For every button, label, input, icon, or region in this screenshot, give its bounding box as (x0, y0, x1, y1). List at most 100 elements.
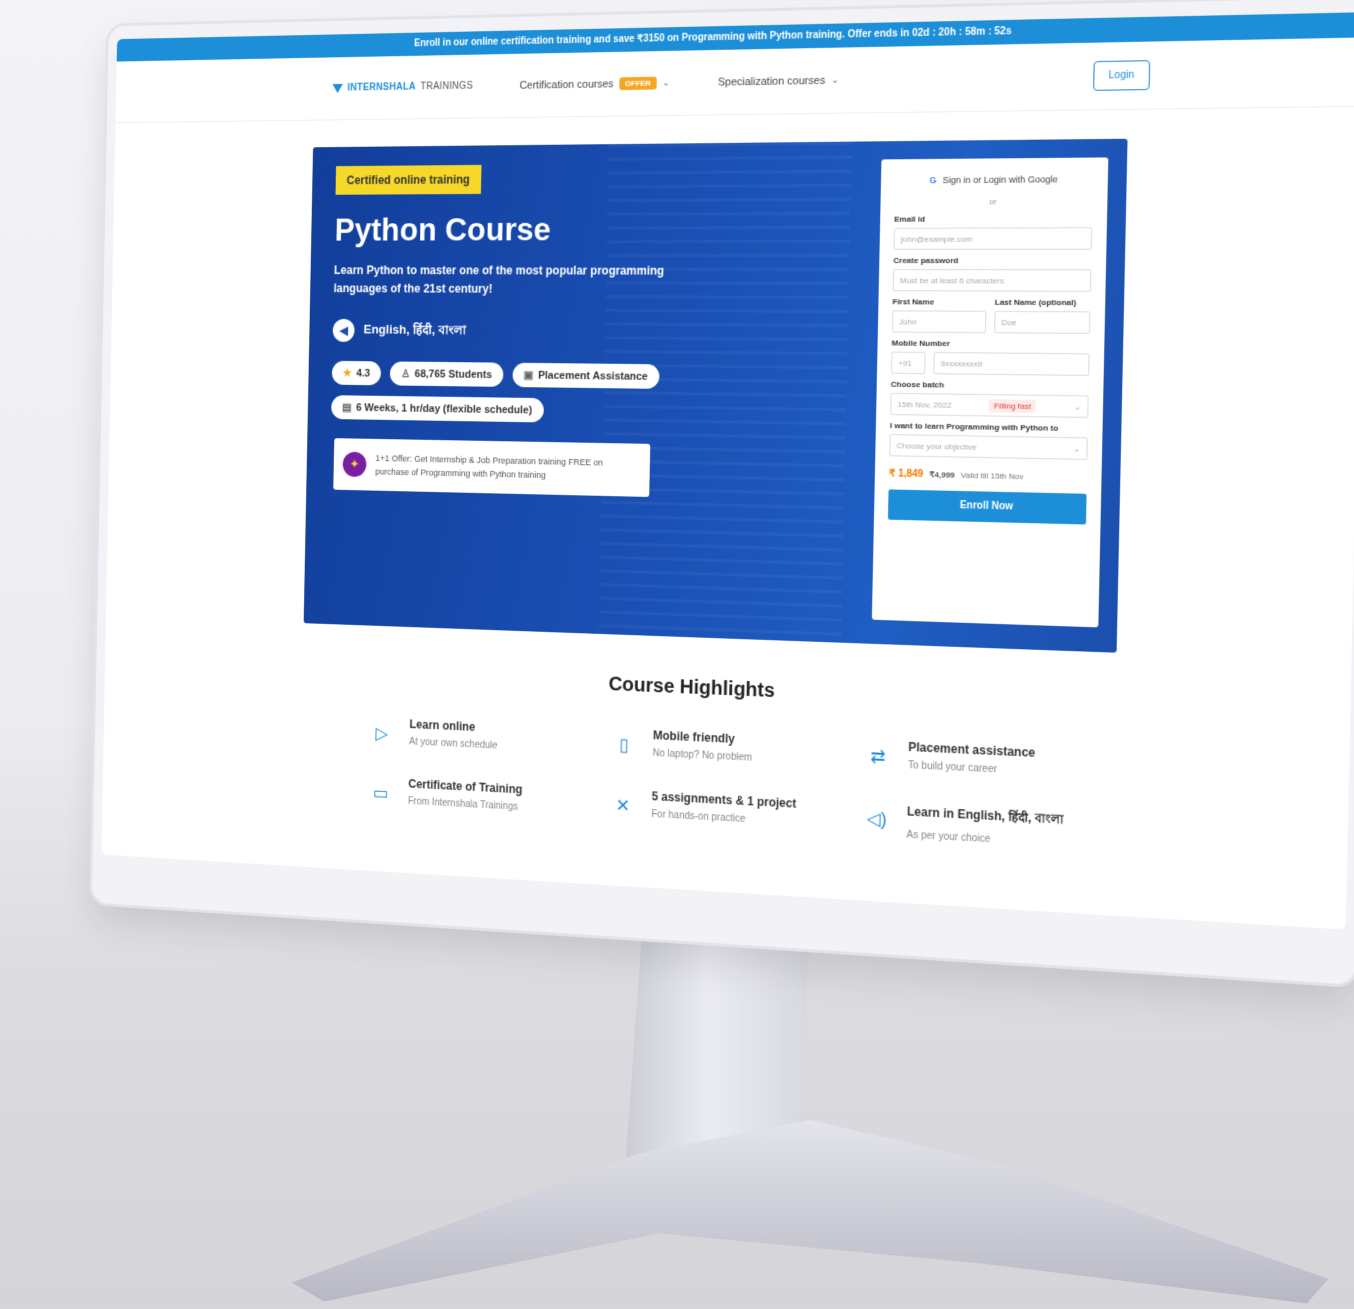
password-field[interactable]: Must be at least 6 characters (892, 269, 1092, 292)
highlight-title: Learn in English, हिंदी, বাংলা (906, 804, 1064, 827)
stats-chip-row: ★ 4.3 ♙ 68,765 Students ▣ Placement Assi… (331, 360, 660, 389)
google-signin-button[interactable]: G Sign in or Login with Google (895, 174, 1093, 186)
highlight-sub: As per your choice (906, 829, 991, 846)
chevron-down-icon: ⌄ (1073, 443, 1081, 454)
google-signin-label: Sign in or Login with Google (942, 174, 1058, 186)
highlight-sub: To build your career (907, 760, 998, 776)
enroll-now-button[interactable]: Enroll Now (887, 489, 1087, 525)
mobile-row: +91 9xxxxxxxx9 (890, 351, 1090, 376)
languages-text: English, हिंदी, বাংলা (363, 321, 467, 338)
nav-specialization-courses[interactable]: Specialization courses ⌄ (718, 74, 839, 88)
nav-specialization-label: Specialization courses (717, 74, 826, 89)
email-label: Email id (894, 214, 926, 224)
batch-select[interactable]: 15th Nov, 2022 Filling fast ⌄ (890, 392, 1089, 418)
highlights-title: Course Highlights (608, 673, 776, 703)
highlight-item: ▭ Certificate of Training From Internsha… (368, 775, 610, 825)
chevron-down-icon: ⌄ (831, 74, 839, 85)
speaker-icon: ◁) (866, 807, 887, 829)
price-original: ₹4,999 (929, 470, 955, 480)
offer-text: 1+1 Offer: Get Internship & Job Preparat… (375, 453, 603, 480)
highlight-sub: For hands-on practice (651, 809, 746, 825)
star-icon: ★ (342, 367, 352, 380)
mobile-field[interactable]: 9xxxxxxxx9 (933, 351, 1090, 376)
first-name-column: First Name John (891, 291, 987, 334)
objective-placeholder: Choose your objective (896, 440, 977, 452)
last-name-label: Last Name (optional) (994, 297, 1077, 308)
hero-subtitle: Learn Python to master one of the most p… (333, 263, 665, 296)
highlight-title: Certificate of Training (408, 776, 523, 797)
monitor-bezel: Enroll in our online certification train… (91, 0, 1354, 985)
google-icon: G (929, 175, 937, 186)
highlight-title: 5 assignments & 1 project (651, 789, 797, 811)
offer-card[interactable]: ✦ 1+1 Offer: Get Internship & Job Prepar… (333, 438, 651, 497)
duration-chip-row: ▤ 6 Weeks, 1 hr/day (flexible schedule) (331, 395, 544, 423)
briefcase-icon: ▣ (523, 369, 534, 382)
highlight-title: Learn online (409, 717, 476, 734)
calendar-icon: ▤ (341, 402, 352, 414)
logo-main-text: INTERNSHALA (347, 81, 416, 94)
user-icon: ♙ (400, 368, 411, 380)
hero-banner: Certified online training Python Course … (303, 138, 1128, 653)
highlights-grid: ▷ Learn online At your own schedule ▯ Mo… (368, 716, 1131, 853)
nav-certification-courses[interactable]: Certification courses OFFER ⌄ (519, 76, 670, 92)
price-validity: Valid till 15th Nov (960, 470, 1024, 482)
batch-label: Choose batch (890, 379, 945, 390)
first-name-field[interactable]: John (891, 310, 987, 334)
highlight-item: ▯ Mobile friendly No laptop? No problem (610, 726, 864, 770)
duration-text: 6 Weeks, 1 hr/day (flexible schedule) (355, 401, 533, 416)
monitor-screen: Enroll in our online certification train… (101, 12, 1354, 930)
reason-label: I want to learn Programming with Python … (889, 421, 1059, 433)
last-name-column: Last Name (optional) Doe (994, 292, 1091, 334)
highlight-item: ✕ 5 assignments & 1 project For hands-on… (609, 787, 863, 838)
logo-sub-text: TRAININGS (420, 80, 474, 93)
handshake-icon: ⇄ (870, 745, 886, 767)
certified-tag: Certified online training (335, 164, 482, 195)
code-background-decoration (598, 141, 852, 643)
price-current: ₹ 1,849 (888, 468, 924, 481)
placement-chip: ▣ Placement Assistance (512, 362, 660, 389)
or-divider: or (989, 197, 997, 207)
batch-value: 15th Nov, 2022 (897, 399, 952, 410)
mobile-icon: ▯ (619, 734, 630, 755)
signup-form: G Sign in or Login with Google or Email … (871, 157, 1109, 628)
last-name-field[interactable]: Doe (994, 310, 1091, 334)
rating-chip: ★ 4.3 (331, 360, 382, 386)
play-circle-icon: ▷ (375, 723, 389, 743)
highlight-title: Mobile friendly (652, 728, 735, 746)
offer-badge: OFFER (619, 76, 657, 91)
highlight-sub: At your own schedule (409, 736, 498, 752)
highlight-item: ⇄ Placement assistance To build your car… (864, 738, 1131, 783)
mobile-label: Mobile Number (891, 338, 950, 349)
chevron-down-icon: ⌄ (1074, 401, 1082, 412)
password-label: Create password (893, 255, 959, 266)
highlight-sub: From Internshala Trainings (407, 796, 519, 813)
batch-status-badge: Filling fast (988, 398, 1037, 413)
name-row: First Name John Last Name (optional) Doe (891, 291, 1091, 334)
offer-gift-icon: ✦ (342, 451, 367, 478)
logo-mark-icon (332, 83, 343, 93)
chevron-down-icon: ⌄ (662, 77, 670, 88)
students-chip: ♙ 68,765 Students (389, 361, 504, 387)
highlight-item: ▷ Learn online At your own schedule (369, 716, 611, 758)
tools-icon: ✕ (615, 794, 631, 816)
first-name-label: First Name (892, 297, 935, 307)
certificate-icon: ▭ (372, 782, 389, 803)
placement-text: Placement Assistance (537, 369, 648, 383)
rating-value: 4.3 (356, 367, 371, 379)
email-field[interactable]: john@example.com (893, 227, 1093, 250)
page-title: Python Course (334, 211, 552, 248)
internshala-logo[interactable]: INTERNSHALA TRAININGS (332, 81, 473, 94)
country-code-field[interactable]: +91 (890, 351, 926, 375)
login-button[interactable]: Login (1092, 60, 1151, 91)
highlight-item: ◁) Learn in English, हिंदी, বাংলা As per… (862, 800, 1129, 853)
speaker-icon: ◀ (332, 318, 355, 342)
students-count: 68,765 Students (414, 367, 493, 381)
monitor-stand-base (291, 1120, 1329, 1304)
price-row: ₹ 1,849 ₹4,999 Valid till 15th Nov (889, 468, 1087, 483)
highlight-sub: No laptop? No problem (652, 748, 753, 764)
highlight-title: Placement assistance (908, 739, 1036, 760)
language-row: ◀ English, हिंदी, বাংলা (332, 318, 467, 343)
duration-chip: ▤ 6 Weeks, 1 hr/day (flexible schedule) (331, 395, 544, 423)
nav-certification-label: Certification courses (519, 77, 614, 92)
objective-select[interactable]: Choose your objective ⌄ (889, 434, 1088, 460)
